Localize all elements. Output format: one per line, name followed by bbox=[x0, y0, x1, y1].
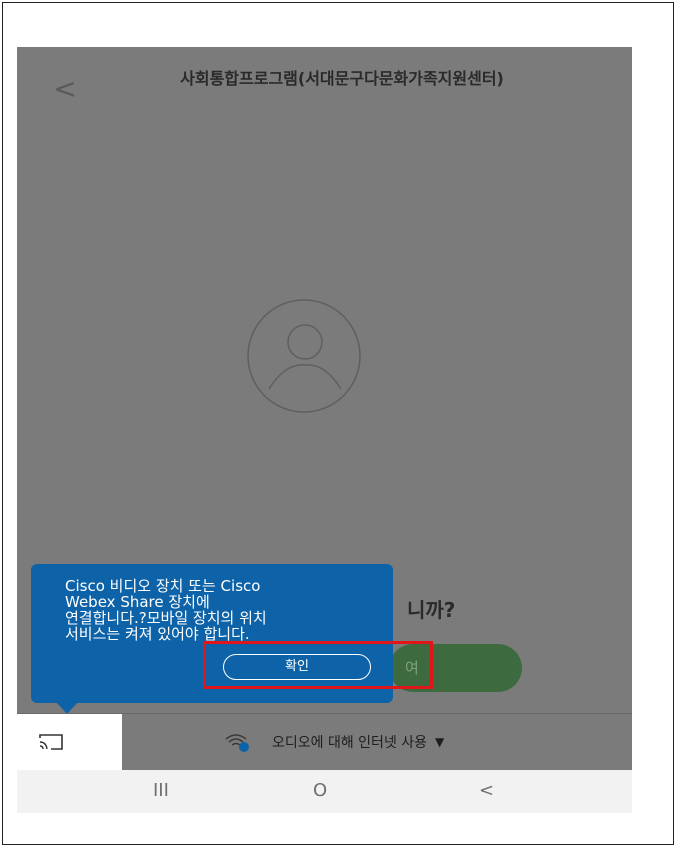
join-question-text: 니까? bbox=[407, 598, 456, 622]
wifi-audio-icon bbox=[225, 734, 249, 752]
nav-back-button[interactable]: < bbox=[479, 776, 494, 806]
status-bar bbox=[17, 47, 632, 57]
audio-option-selector[interactable]: 오디오에 대해 인터넷 사용 ▼ bbox=[224, 729, 444, 755]
android-nav-bar: III O < bbox=[17, 770, 632, 813]
cast-icon bbox=[39, 734, 63, 750]
meeting-header: < 사회통합프로그램(서대문구다문화가족지원센터) bbox=[17, 57, 632, 127]
tooltip-message: Cisco 비디오 장치 또는 Cisco Webex Share 장치에 연결… bbox=[65, 577, 267, 643]
cast-button[interactable] bbox=[17, 714, 122, 770]
dropdown-caret-icon: ▼ bbox=[435, 735, 445, 749]
back-button[interactable]: < bbox=[45, 69, 85, 109]
screenshot-frame: < 사회통합프로그램(서대문구다문화가족지원센터) 니까? 여 Cisco 비디… bbox=[2, 2, 674, 845]
phone-screen: < 사회통합프로그램(서대문구다문화가족지원센터) 니까? 여 Cisco 비디… bbox=[17, 47, 632, 813]
home-button[interactable]: O bbox=[313, 776, 327, 806]
meeting-title: 사회통합프로그램(서대문구다문화가족지원센터) bbox=[180, 69, 504, 88]
audio-option-label: 오디오에 대해 인터넷 사용 bbox=[272, 735, 428, 751]
recents-button[interactable]: III bbox=[153, 776, 169, 806]
highlight-box bbox=[203, 641, 433, 689]
avatar-icon bbox=[247, 299, 361, 413]
